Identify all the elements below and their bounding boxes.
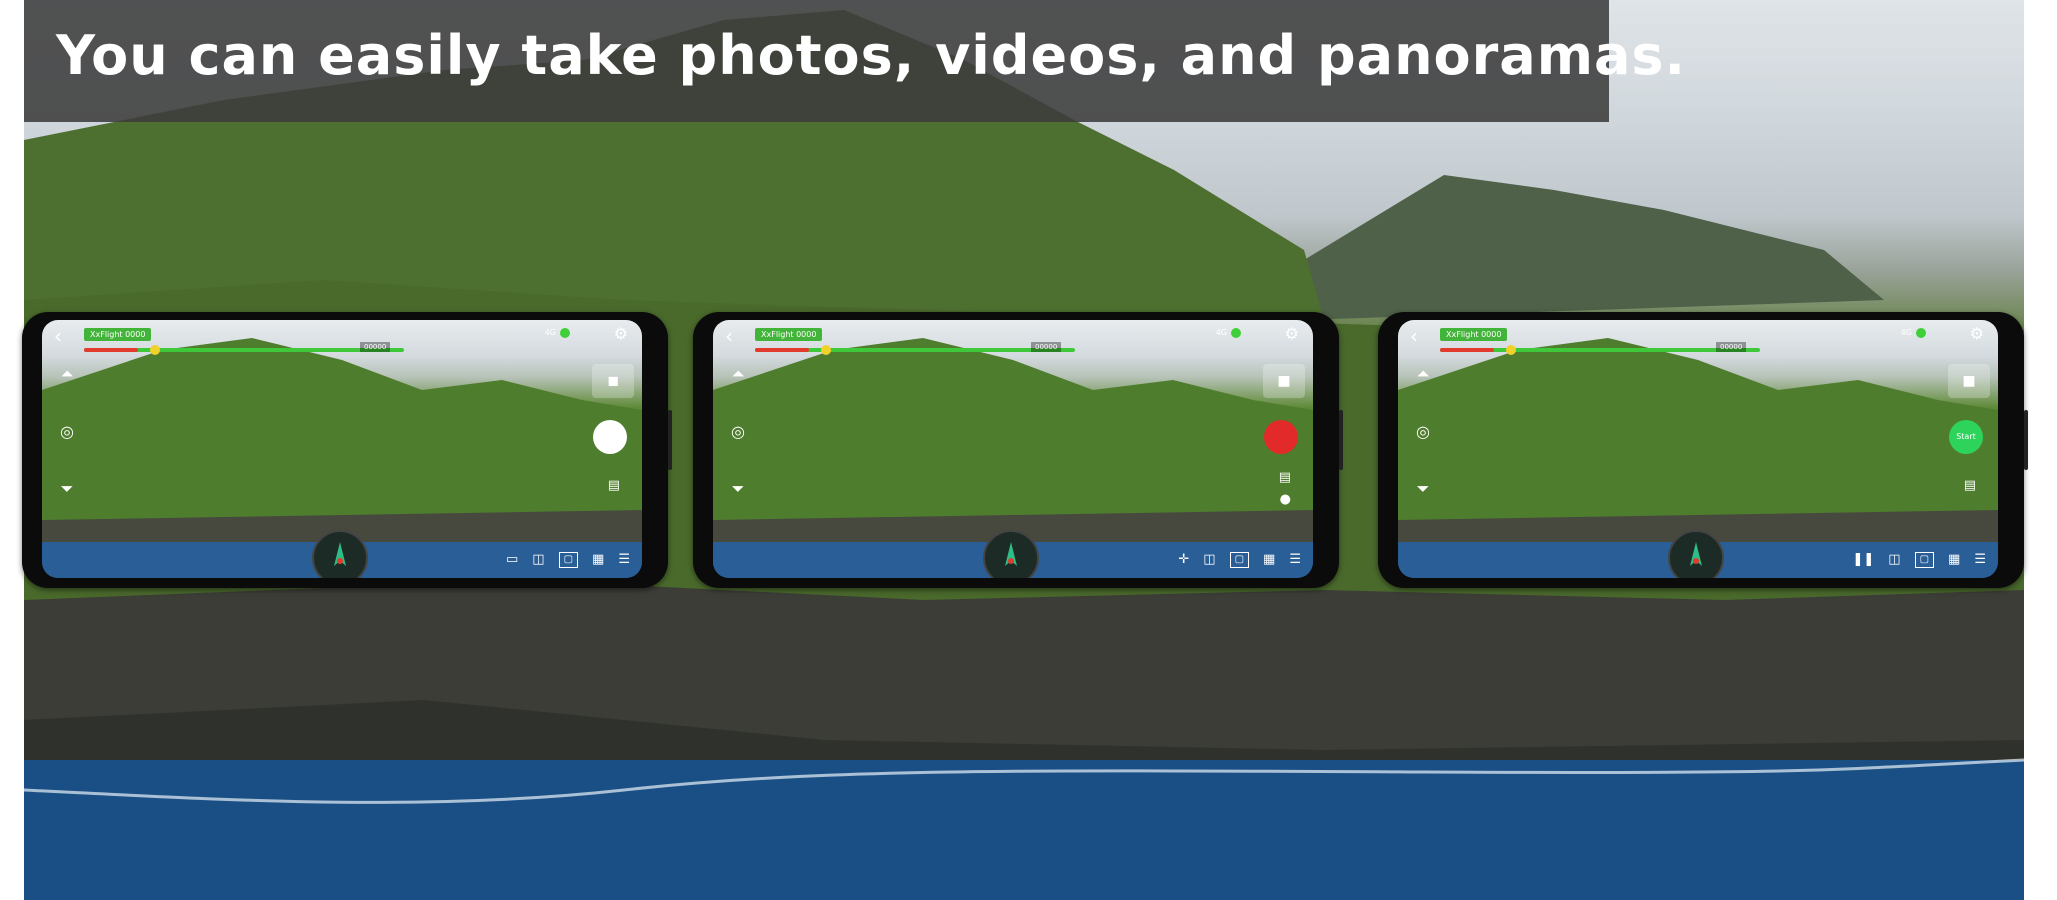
slider-knob[interactable] xyxy=(1506,345,1516,355)
takeoff-icon[interactable]: ⏶ xyxy=(52,364,82,384)
phone-screen: ‹ XxFlight 0000 00000 4G ⚙ ⏶ ◎ ⏷ ■ ▤ ● ✛… xyxy=(713,320,1313,578)
joystick-icon[interactable]: ✛ xyxy=(1178,552,1189,568)
photo-mode-icon[interactable]: ▢ xyxy=(1914,552,1935,568)
compass-radar xyxy=(1668,530,1724,578)
phone-panorama-mode: ‹ XxFlight 0000 00000 4G ⚙ ⏶ ◎ ⏷ ■ Start… xyxy=(1378,312,2028,588)
mode-toggle-icon[interactable]: ▤ xyxy=(1964,478,1976,493)
signal-label: 4G xyxy=(1900,328,1912,337)
altitude-readout: 00000 xyxy=(1031,342,1062,352)
phone-screen: ‹ XxFlight 0000 00000 4G ⚙ ⏶ ◎ ⏷ ◼ ▤ ▭ ◫… xyxy=(42,320,642,578)
back-arrow-icon[interactable]: ‹ xyxy=(725,326,733,346)
phone-photo-mode: ‹ XxFlight 0000 00000 4G ⚙ ⏶ ◎ ⏷ ◼ ▤ ▭ ◫… xyxy=(22,312,672,588)
landing-icon[interactable]: ⏷ xyxy=(52,479,82,499)
phone-side-button xyxy=(668,410,672,470)
battery-slider xyxy=(755,345,1075,355)
settings-icon[interactable]: ☰ xyxy=(1289,552,1301,568)
flight-badge: XxFlight 0000 xyxy=(755,328,823,341)
mode-toggle-icon[interactable]: ▤ xyxy=(1279,470,1291,485)
altitude-readout: 00000 xyxy=(1716,342,1747,352)
phone-side-button xyxy=(2024,410,2028,470)
gear-icon[interactable]: ⚙ xyxy=(1970,324,1984,343)
signal-label: 4G xyxy=(1215,328,1227,337)
takeoff-icon[interactable]: ⏶ xyxy=(723,364,753,384)
vr-icon[interactable]: ◫ xyxy=(532,552,544,568)
flight-badge: XxFlight 0000 xyxy=(84,328,152,341)
photo-mode-icon[interactable]: ▢ xyxy=(1229,552,1250,568)
gallery-icon[interactable]: ▦ xyxy=(1948,552,1960,568)
altitude-readout: 00000 xyxy=(360,342,391,352)
vr-icon[interactable]: ◫ xyxy=(1203,552,1215,568)
gear-icon[interactable]: ⚙ xyxy=(614,324,628,343)
landing-icon[interactable]: ⏷ xyxy=(1408,479,1438,499)
takeoff-icon[interactable]: ⏶ xyxy=(1408,364,1438,384)
landing-icon[interactable]: ⏷ xyxy=(723,479,753,499)
back-arrow-icon[interactable]: ‹ xyxy=(1410,326,1418,346)
vr-icon[interactable]: ◫ xyxy=(1888,552,1900,568)
photo-shutter-button[interactable] xyxy=(593,420,627,454)
compass-radar xyxy=(312,530,368,578)
white-dot-icon[interactable]: ● xyxy=(1280,492,1291,507)
battery-slider xyxy=(1440,345,1760,355)
photo-mode-icon[interactable]: ▢ xyxy=(558,552,579,568)
phone-side-button xyxy=(1339,410,1343,470)
phone-video-mode: ‹ XxFlight 0000 00000 4G ⚙ ⏶ ◎ ⏷ ■ ▤ ● ✛… xyxy=(693,312,1343,588)
mode-toggle-icon[interactable]: ▤ xyxy=(608,478,620,493)
connection-status-dot xyxy=(1231,328,1241,338)
signal-label: 4G xyxy=(544,328,556,337)
panorama-start-button[interactable]: Start xyxy=(1949,420,1983,454)
video-camera-icon[interactable]: ■ xyxy=(1948,364,1990,398)
camera-switch-icon[interactable]: ◼ xyxy=(592,364,634,398)
battery-slider xyxy=(84,345,404,355)
settings-icon[interactable]: ☰ xyxy=(618,552,630,568)
gallery-icon[interactable]: ▦ xyxy=(1263,552,1275,568)
camera-settings-icon[interactable]: ◎ xyxy=(723,422,753,441)
caption-banner: You can easily take photos, videos, and … xyxy=(24,0,1685,122)
compass-radar xyxy=(983,530,1039,578)
gallery-icon[interactable]: ▦ xyxy=(592,552,604,568)
connection-status-dot xyxy=(560,328,570,338)
camera-settings-icon[interactable]: ◎ xyxy=(1408,422,1438,441)
slider-knob[interactable] xyxy=(150,345,160,355)
flight-badge: XxFlight 0000 xyxy=(1440,328,1508,341)
settings-icon[interactable]: ☰ xyxy=(1974,552,1986,568)
record-button[interactable] xyxy=(1264,420,1298,454)
pause-icon[interactable]: ❚❚ xyxy=(1853,552,1875,568)
phone-screen: ‹ XxFlight 0000 00000 4G ⚙ ⏶ ◎ ⏷ ■ Start… xyxy=(1398,320,1998,578)
back-arrow-icon[interactable]: ‹ xyxy=(54,326,62,346)
file-icon[interactable]: ▭ xyxy=(506,552,518,568)
caption-text: You can easily take photos, videos, and … xyxy=(56,24,1687,87)
camera-settings-icon[interactable]: ◎ xyxy=(52,422,82,441)
slider-knob[interactable] xyxy=(821,345,831,355)
video-camera-icon[interactable]: ■ xyxy=(1263,364,1305,398)
gear-icon[interactable]: ⚙ xyxy=(1285,324,1299,343)
connection-status-dot xyxy=(1916,328,1926,338)
